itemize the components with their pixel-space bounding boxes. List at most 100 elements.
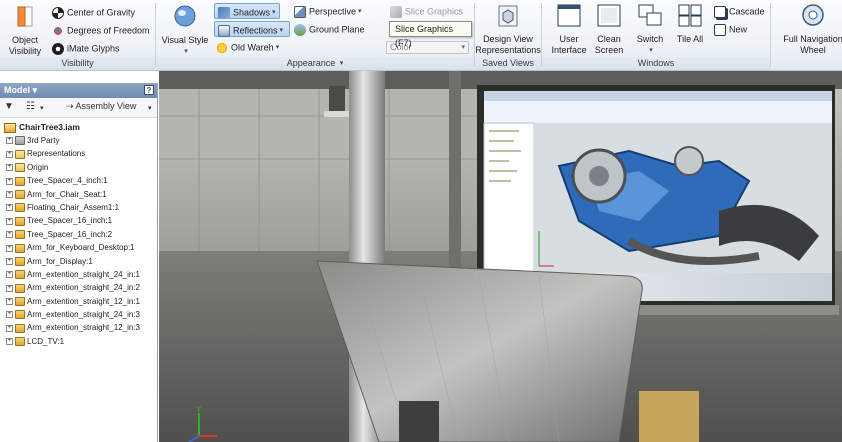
expand-icon[interactable]: + (6, 311, 13, 319)
shadows-button[interactable]: Shadows ▾ (214, 3, 280, 19)
tree-item[interactable]: + Arm_extention_straight_12_in:1 (0, 295, 157, 308)
expand-icon[interactable]: + (6, 298, 13, 306)
design-view-representations-button[interactable]: Design View Representations (475, 3, 541, 56)
chevron-down-icon[interactable]: ▾ (272, 5, 276, 21)
object-visibility-button[interactable]: Object Visibility (4, 4, 46, 57)
slice-graphics-button[interactable]: Slice Graphics (390, 3, 463, 19)
tree-root[interactable]: ChairTree3.iam (0, 120, 157, 134)
chevron-down-icon[interactable]: ▾ (40, 104, 44, 112)
shadows-label: Shadows (233, 7, 271, 18)
tree-item[interactable]: + Floating_Chair_Assem1:1 (0, 201, 157, 214)
switch-label: Switch (636, 34, 664, 44)
navigation-wheel-icon (802, 4, 824, 26)
tree-item[interactable]: + Tree_Spacer_4_inch:1 (0, 174, 157, 187)
expand-icon[interactable]: + (6, 217, 13, 225)
expand-icon[interactable]: + (6, 177, 13, 185)
expand-icon[interactable]: + (6, 244, 13, 252)
new-window-button[interactable]: New (714, 21, 747, 37)
reflections-button[interactable]: Reflections ▾ (214, 21, 290, 37)
chevron-down-icon[interactable]: ▾ (148, 104, 152, 112)
tree-item[interactable]: + Representations (0, 147, 157, 160)
tree-item[interactable]: + Arm_extention_straight_24_in:1 (0, 268, 157, 281)
tree-item[interactable]: + Arm_extention_straight_24_in:3 (0, 308, 157, 321)
expand-icon[interactable]: + (6, 324, 13, 332)
tree-item-label: Arm_for_Chair_Seat:1 (27, 189, 107, 199)
chevron-down-icon: ▾ (275, 43, 280, 51)
lighting-style-label: Old Wareh (231, 42, 274, 53)
slice-graphics-icon (390, 5, 402, 18)
filter-icon[interactable]: ▼ (4, 101, 14, 112)
part-icon (15, 310, 25, 320)
full-navigation-wheel-button[interactable]: Full Navigation Wheel (773, 3, 842, 56)
tile-all-label: Tile All (676, 34, 704, 44)
ground-plane-button[interactable]: Ground Plane (294, 21, 365, 37)
new-window-icon (714, 23, 726, 36)
center-of-gravity-icon (52, 6, 64, 19)
tile-all-button[interactable]: Tile All (672, 3, 708, 45)
chevron-down-icon: ▾ (184, 48, 188, 56)
degrees-of-freedom-button[interactable]: Degrees of Freedom (52, 22, 150, 38)
tree-item[interactable]: + Arm_extention_straight_24_in:2 (0, 281, 157, 294)
tree-item-label: 3rd Party (27, 136, 60, 145)
graphics-viewport[interactable]: Y (159, 71, 842, 442)
assembly-view-dropdown[interactable]: ⇢ Assembly View (66, 101, 136, 112)
tree-item[interactable]: + Tree_Spacer_16_inch:2 (0, 228, 157, 241)
chevron-down-icon[interactable]: ▾ (280, 23, 284, 39)
tree-item[interactable]: + Tree_Spacer_16_inch:1 (0, 214, 157, 227)
tree-item[interactable]: + Arm_extention_straight_12_in:3 (0, 321, 157, 334)
appearance-panel-title[interactable]: Appearance ▾ (156, 57, 474, 70)
perspective-label: Perspective (309, 6, 357, 17)
help-icon[interactable]: ? (144, 85, 154, 95)
user-interface-label: User Interface (551, 34, 587, 55)
part-icon (15, 216, 25, 226)
switch-window-icon (638, 4, 662, 26)
user-interface-button[interactable]: User Interface (548, 3, 590, 56)
tree-item-label: Tree_Spacer_16_inch:1 (27, 216, 113, 226)
tree-item-label: Floating_Chair_Assem1:1 (27, 202, 120, 212)
expand-icon[interactable]: + (6, 137, 13, 145)
browser-title[interactable]: Model (4, 85, 30, 95)
tree-item[interactable]: + Origin (0, 161, 157, 174)
expand-icon[interactable]: + (6, 150, 13, 158)
chevron-down-icon[interactable]: ▾ (33, 85, 38, 95)
imate-glyphs-button[interactable]: iMate Glyphs (52, 40, 120, 56)
cascade-button[interactable]: Cascade (714, 3, 765, 19)
model-tree: ChairTree3.iam +3rd Party + Representation… (0, 118, 157, 348)
expand-icon[interactable]: + (6, 164, 13, 172)
tree-item[interactable]: + Arm_for_Display:1 (0, 255, 157, 268)
tree-item-label: Arm_extention_straight_24_in:2 (27, 283, 140, 293)
tree-item-label: Tree_Spacer_16_inch:2 (27, 229, 113, 239)
ground-plane-label: Ground Plane (309, 24, 365, 35)
perspective-button[interactable]: Perspective ▾ (294, 3, 362, 19)
part-icon (15, 337, 25, 347)
saved-views-panel: Design View Representations Saved Views (475, 0, 541, 71)
expand-icon[interactable]: + (6, 231, 13, 239)
expand-icon[interactable]: + (6, 284, 13, 292)
saved-views-panel-title: Saved Views (475, 57, 541, 70)
tree-item[interactable]: + LCD_TV:1 (0, 335, 157, 348)
center-of-gravity-button[interactable]: Center of Gravity (52, 4, 135, 20)
expand-icon[interactable]: + (6, 257, 13, 265)
windows-panel-title: Windows (542, 57, 770, 70)
tree-item[interactable]: +3rd Party (0, 134, 157, 147)
part-icon (15, 297, 25, 307)
expand-icon[interactable]: + (6, 204, 13, 212)
tile-all-icon (678, 4, 702, 27)
expand-icon[interactable]: + (6, 271, 13, 279)
folder-icon (15, 149, 25, 159)
lighting-style-dropdown[interactable]: Old Wareh ▾ (216, 39, 279, 55)
part-icon (15, 189, 25, 199)
tree-item-label: LCD_TV:1 (27, 336, 65, 346)
tree-item[interactable]: + Arm_for_Chair_Seat:1 (0, 188, 157, 201)
sun-icon (216, 41, 228, 54)
visual-style-button[interactable]: Visual Style ▾ (160, 4, 210, 57)
expand-icon[interactable]: + (6, 190, 13, 198)
expand-icon[interactable]: + (6, 338, 13, 346)
part-icon (15, 270, 25, 280)
tree-item-label: Arm_extention_straight_12_in:1 (27, 296, 140, 306)
expand-collapse-icon[interactable]: ☷ (26, 101, 35, 112)
switch-button[interactable]: Switch ▾ (632, 3, 668, 56)
clean-screen-button[interactable]: Clean Screen (590, 3, 628, 56)
tree-item[interactable]: + Arm_for_Keyboard_Desktop:1 (0, 241, 157, 254)
tree-item-label: Tree_Spacer_4_inch:1 (27, 176, 108, 186)
